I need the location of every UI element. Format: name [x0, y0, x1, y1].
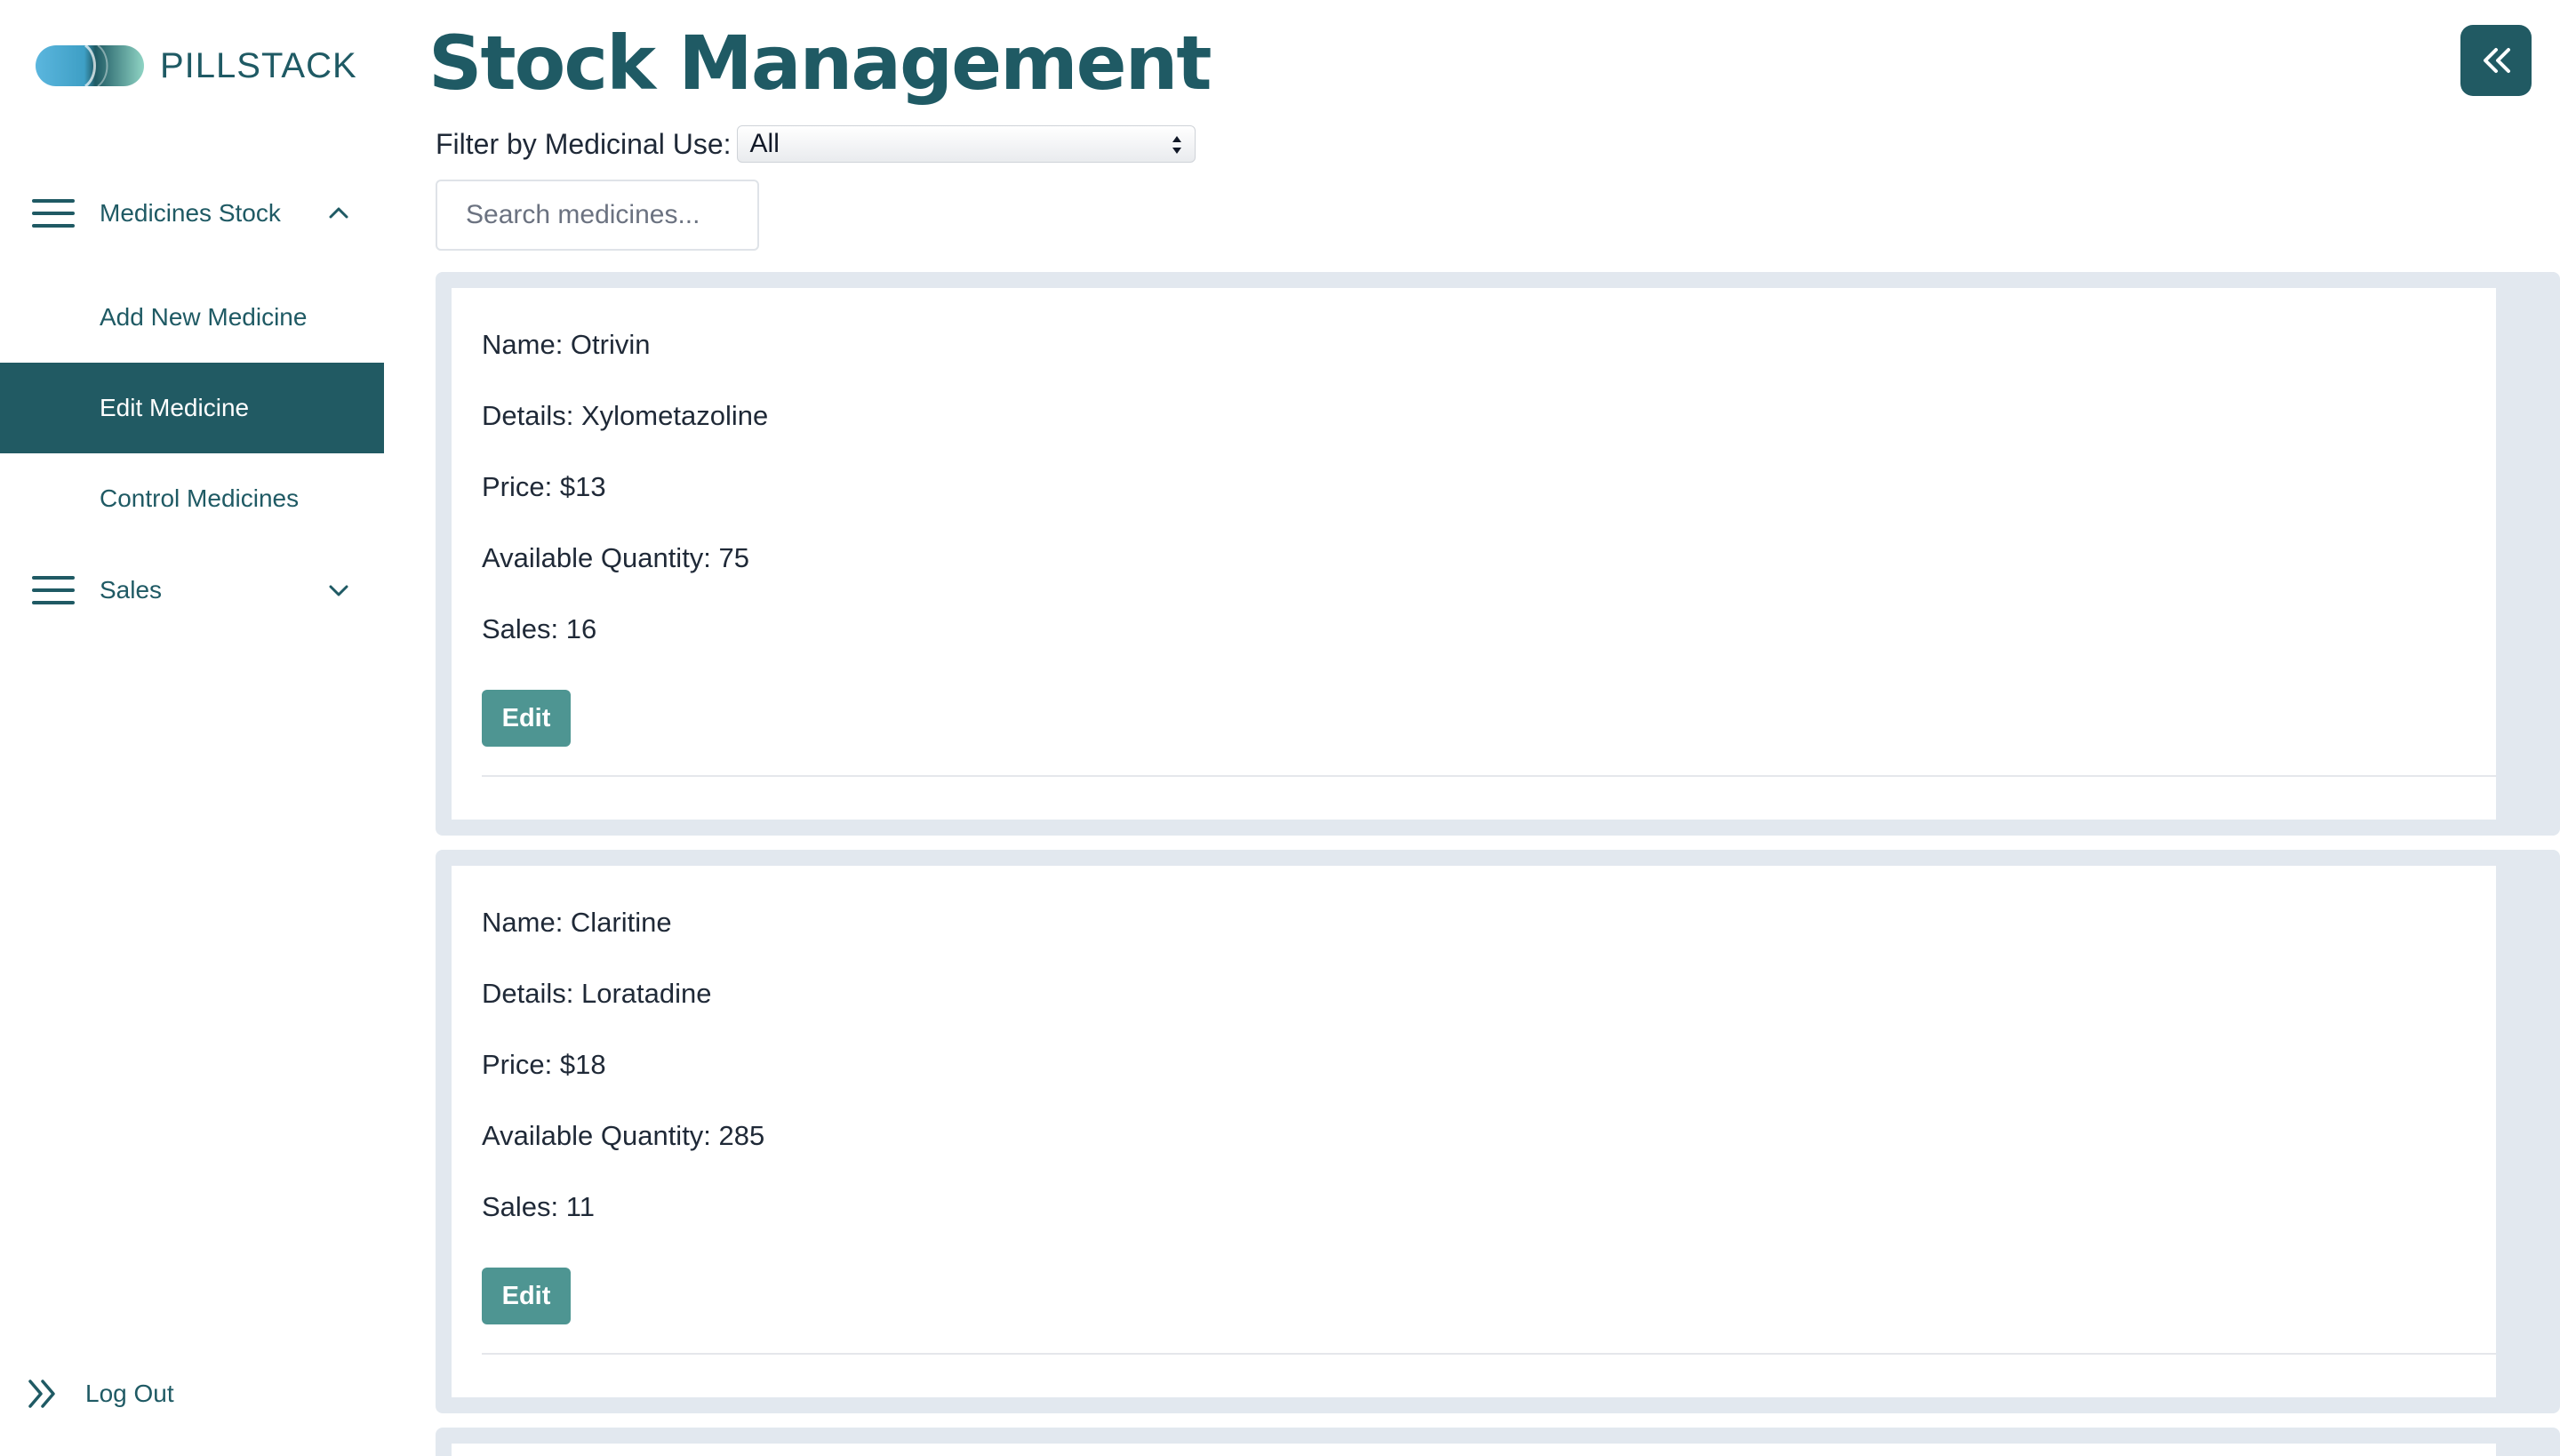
- medicine-card: [436, 1428, 2560, 1456]
- double-chevron-right-icon: [28, 1380, 55, 1408]
- nav-group-sales[interactable]: Sales: [0, 555, 384, 626]
- app: PILLSTACK Medicines Stock Add New Medici…: [0, 0, 2560, 1456]
- double-chevron-left-icon: [2484, 48, 2510, 73]
- page-title: Stock Management: [428, 20, 1212, 107]
- edit-button[interactable]: Edit: [482, 690, 571, 747]
- filter-row: Filter by Medicinal Use: All: [436, 124, 1196, 164]
- chevron-up-icon: [329, 207, 348, 219]
- collapse-sidebar-button[interactable]: [2460, 25, 2532, 96]
- sidebar-item-label: Edit Medicine: [100, 394, 250, 421]
- medicine-name: Name: Otrivin: [482, 329, 651, 360]
- filter-label: Filter by Medicinal Use:: [436, 127, 732, 160]
- nav-group-label: Sales: [100, 576, 163, 604]
- nav-group-label: Medicines Stock: [100, 199, 281, 227]
- medicine-price: Price: $18: [482, 1049, 606, 1080]
- sidebar-item-label: Add New Medicine: [100, 303, 308, 331]
- sidebar-item-label: Control Medicines: [100, 484, 300, 512]
- logout-label: Log Out: [85, 1380, 174, 1407]
- medicine-quantity: Available Quantity: 75: [482, 542, 750, 573]
- chevron-down-icon: [329, 585, 348, 596]
- sidebar: PILLSTACK Medicines Stock Add New Medici…: [0, 0, 384, 1456]
- medicine-card: Name: Claritine Details: Loratadine Pric…: [436, 850, 2560, 1413]
- medicine-name: Name: Claritine: [482, 907, 672, 938]
- card-divider: [482, 775, 2496, 777]
- medicine-details: Details: Loratadine: [482, 978, 712, 1009]
- nav-group-medicines-stock[interactable]: Medicines Stock: [0, 178, 384, 249]
- logout-button[interactable]: Log Out: [27, 1372, 174, 1415]
- select-arrows-icon: [1172, 136, 1181, 154]
- sidebar-item-add-new-medicine[interactable]: Add New Medicine: [0, 272, 384, 363]
- medicine-card-body: [452, 1444, 2496, 1456]
- edit-button[interactable]: Edit: [482, 1268, 571, 1324]
- medicine-sales: Sales: 11: [482, 1191, 595, 1222]
- medicine-card-body: Name: Otrivin Details: Xylometazoline Pr…: [452, 288, 2496, 820]
- pill-logo-icon: [36, 44, 144, 88]
- medicine-details: Details: Xylometazoline: [482, 400, 769, 431]
- search-input[interactable]: [436, 180, 759, 251]
- hamburger-menu-icon: [32, 576, 75, 604]
- sidebar-item-control-medicines[interactable]: Control Medicines: [0, 453, 384, 544]
- card-divider: [482, 1353, 2496, 1355]
- brand[interactable]: PILLSTACK: [34, 39, 357, 92]
- medicine-card-body: Name: Claritine Details: Loratadine Pric…: [452, 866, 2496, 1397]
- medicine-quantity: Available Quantity: 285: [482, 1120, 765, 1151]
- medicine-sales: Sales: 16: [482, 613, 597, 644]
- medicinal-use-select[interactable]: All: [736, 125, 1196, 163]
- sidebar-item-edit-medicine[interactable]: Edit Medicine: [0, 363, 384, 453]
- hamburger-menu-icon: [32, 199, 75, 228]
- brand-name: PILLSTACK: [160, 45, 357, 85]
- select-value: All: [749, 129, 780, 158]
- medicine-card: Name: Otrivin Details: Xylometazoline Pr…: [436, 272, 2560, 836]
- medicine-price: Price: $13: [482, 471, 606, 502]
